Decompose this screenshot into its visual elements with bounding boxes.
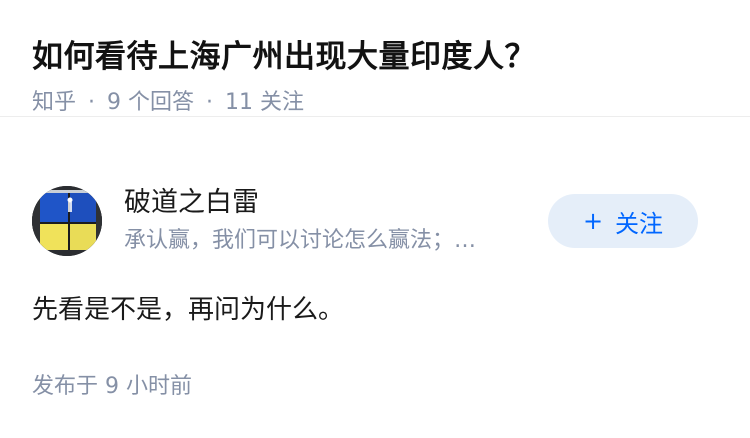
follow-button[interactable]: + 关注 <box>548 194 698 248</box>
author-headline: 承认赢，我们可以讨论怎么赢法；… <box>124 228 477 253</box>
author-info: 破道之白雷 承认赢，我们可以讨论怎么赢法；… <box>124 184 544 256</box>
question-header: 如何看待上海广州出现大量印度人？ 知乎 · 9 个回答 · 11 关注 <box>0 0 750 117</box>
publish-time: 发布于 9 小时前 <box>32 374 192 399</box>
question-title[interactable]: 如何看待上海广州出现大量印度人？ <box>32 34 718 80</box>
author-name[interactable]: 破道之白雷 <box>124 184 544 222</box>
answer-content[interactable]: 先看是不是，再问为什么。 <box>32 290 344 330</box>
avatar[interactable] <box>32 186 102 256</box>
avatar-image <box>32 186 102 256</box>
author-row: 破道之白雷 承认赢，我们可以讨论怎么赢法；… + 关注 <box>32 184 718 258</box>
plus-icon: + <box>582 207 604 235</box>
answer-count[interactable]: 9 个回答 <box>107 88 194 118</box>
follow-label: 关注 <box>615 209 664 238</box>
follower-count[interactable]: 11 关注 <box>225 88 304 118</box>
zhihu-answer-page: 如何看待上海广州出现大量印度人？ 知乎 · 9 个回答 · 11 关注 破道之白… <box>0 0 750 438</box>
meta-separator: · <box>88 90 96 115</box>
source-label[interactable]: 知乎 <box>32 88 76 118</box>
question-meta: 知乎 · 9 个回答 · 11 关注 <box>32 88 718 118</box>
meta-separator: · <box>206 90 214 115</box>
